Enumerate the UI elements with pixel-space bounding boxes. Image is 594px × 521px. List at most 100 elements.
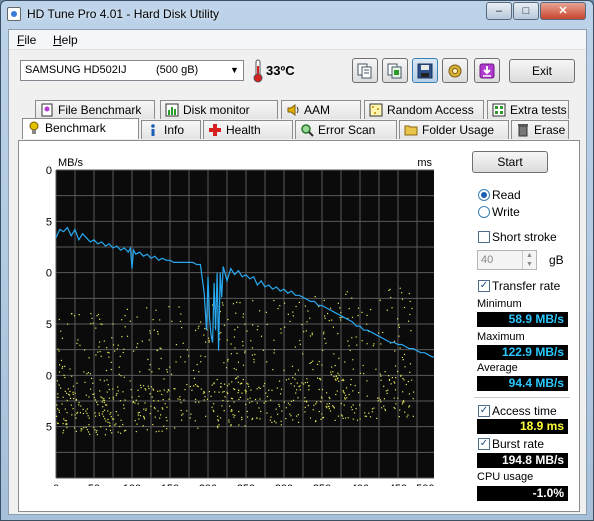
tab-random-access[interactable]: Random Access — [364, 100, 484, 119]
access-time-point — [110, 361, 112, 363]
access-time-point — [153, 400, 155, 402]
download-button[interactable] — [474, 58, 500, 83]
save-button[interactable] — [412, 58, 438, 83]
access-time-point — [319, 379, 322, 381]
access-time-point — [334, 419, 336, 422]
access-time-point — [123, 348, 125, 350]
access-time-point — [150, 405, 152, 407]
access-time-point — [237, 392, 239, 394]
access-time-point — [206, 398, 209, 400]
access-time-point — [58, 384, 60, 386]
access-time-point — [330, 371, 332, 373]
access-time-point — [143, 415, 145, 417]
drive-select[interactable]: SAMSUNG HD502IJ (500 gB) ▼ — [20, 60, 244, 81]
access-time-point — [165, 416, 167, 419]
access-time-point — [106, 347, 108, 349]
access-time-point — [57, 408, 59, 410]
minimize-button[interactable]: – — [486, 2, 512, 20]
access-time-point — [391, 307, 393, 309]
access-time-point — [164, 403, 166, 405]
title-bar[interactable]: HD Tune Pro 4.01 - Hard Disk Utility – □… — [1, 1, 593, 27]
short-stroke-checkbox[interactable] — [478, 231, 490, 243]
options-button[interactable] — [442, 58, 468, 83]
access-time-point — [65, 420, 67, 422]
access-time-point — [69, 397, 72, 399]
tab-extra-tests[interactable]: Extra tests — [487, 100, 569, 119]
access-time-point — [376, 417, 378, 419]
access-time-point — [217, 420, 220, 422]
access-time-point — [171, 320, 173, 322]
access-time-point — [352, 368, 354, 370]
access-time-point — [203, 390, 205, 393]
tab-aam[interactable]: AAM — [281, 100, 361, 119]
access-time-point — [115, 423, 117, 425]
access-time-point — [228, 383, 230, 385]
access-time-point — [283, 369, 285, 371]
access-time-point — [283, 302, 286, 304]
access-time-point — [84, 381, 86, 383]
access-time-point — [260, 335, 263, 337]
access-time-checkbox[interactable]: ✓ — [478, 405, 490, 417]
maximize-button[interactable]: □ — [513, 2, 539, 20]
access-time-point — [145, 408, 147, 410]
access-time-point — [376, 397, 379, 399]
transfer-rate-checkbox[interactable]: ✓ — [478, 280, 490, 292]
access-time-point — [226, 385, 229, 387]
access-time-point — [304, 381, 306, 384]
start-button[interactable]: Start — [472, 151, 548, 173]
tab-file-benchmark[interactable]: File Benchmark — [35, 100, 155, 119]
copy-screenshot-button[interactable] — [382, 58, 408, 83]
access-time-point — [385, 390, 387, 392]
tab-error-scan[interactable]: Error Scan — [295, 120, 397, 139]
access-time-point — [67, 323, 69, 325]
access-time-point — [380, 379, 382, 381]
access-time-point — [296, 382, 298, 384]
access-time-point — [137, 403, 139, 405]
access-time-point — [316, 401, 318, 403]
tab-health[interactable]: Health — [203, 120, 293, 139]
access-time-point — [69, 368, 71, 370]
access-time-point — [348, 307, 350, 310]
access-time-point — [348, 345, 350, 347]
exit-button[interactable]: Exit — [509, 59, 575, 83]
access-time-point — [108, 397, 111, 399]
access-time-point — [116, 393, 118, 395]
access-time-point — [86, 429, 88, 431]
access-time-point — [375, 368, 377, 370]
access-time-point — [91, 317, 93, 320]
access-time-point — [373, 407, 375, 409]
access-time-point — [344, 417, 347, 419]
short-stroke-value: 40 — [481, 254, 494, 266]
access-time-point — [320, 396, 323, 398]
access-time-point — [213, 383, 215, 385]
access-time-point — [157, 390, 159, 392]
menu-help[interactable]: Help — [53, 33, 78, 47]
access-time-point — [66, 412, 68, 414]
short-stroke-spinner[interactable]: 40 ▲ ▼ — [477, 250, 537, 270]
y-left-tick-label: 50 — [46, 370, 52, 382]
access-time-point — [266, 323, 268, 326]
access-time-point — [344, 397, 346, 399]
access-time-point — [390, 383, 392, 385]
tab-erase[interactable]: Erase — [511, 120, 569, 139]
write-radio[interactable] — [478, 206, 490, 218]
tab-info[interactable]: Info — [141, 120, 201, 139]
access-time-point — [72, 393, 74, 395]
close-button[interactable]: ✕ — [540, 2, 586, 20]
burst-rate-checkbox[interactable]: ✓ — [478, 438, 490, 450]
tab-folder-usage[interactable]: Folder Usage — [399, 120, 509, 139]
access-time-point — [383, 385, 385, 387]
access-time-point — [80, 430, 82, 432]
menu-file[interactable]: File — [17, 33, 36, 47]
copy-text-button[interactable] — [352, 58, 378, 83]
spin-up-icon[interactable]: ▲ — [522, 251, 536, 260]
tab-disk-monitor[interactable]: Disk monitor — [160, 100, 278, 119]
access-time-point — [124, 326, 126, 328]
access-time-point — [87, 371, 89, 374]
spin-down-icon[interactable]: ▼ — [522, 260, 536, 269]
read-radio[interactable] — [478, 189, 490, 201]
access-time-point — [393, 397, 395, 399]
tab-benchmark[interactable]: Benchmark — [22, 118, 139, 139]
tab-label: Info — [164, 123, 185, 137]
access-time-point — [61, 337, 64, 339]
